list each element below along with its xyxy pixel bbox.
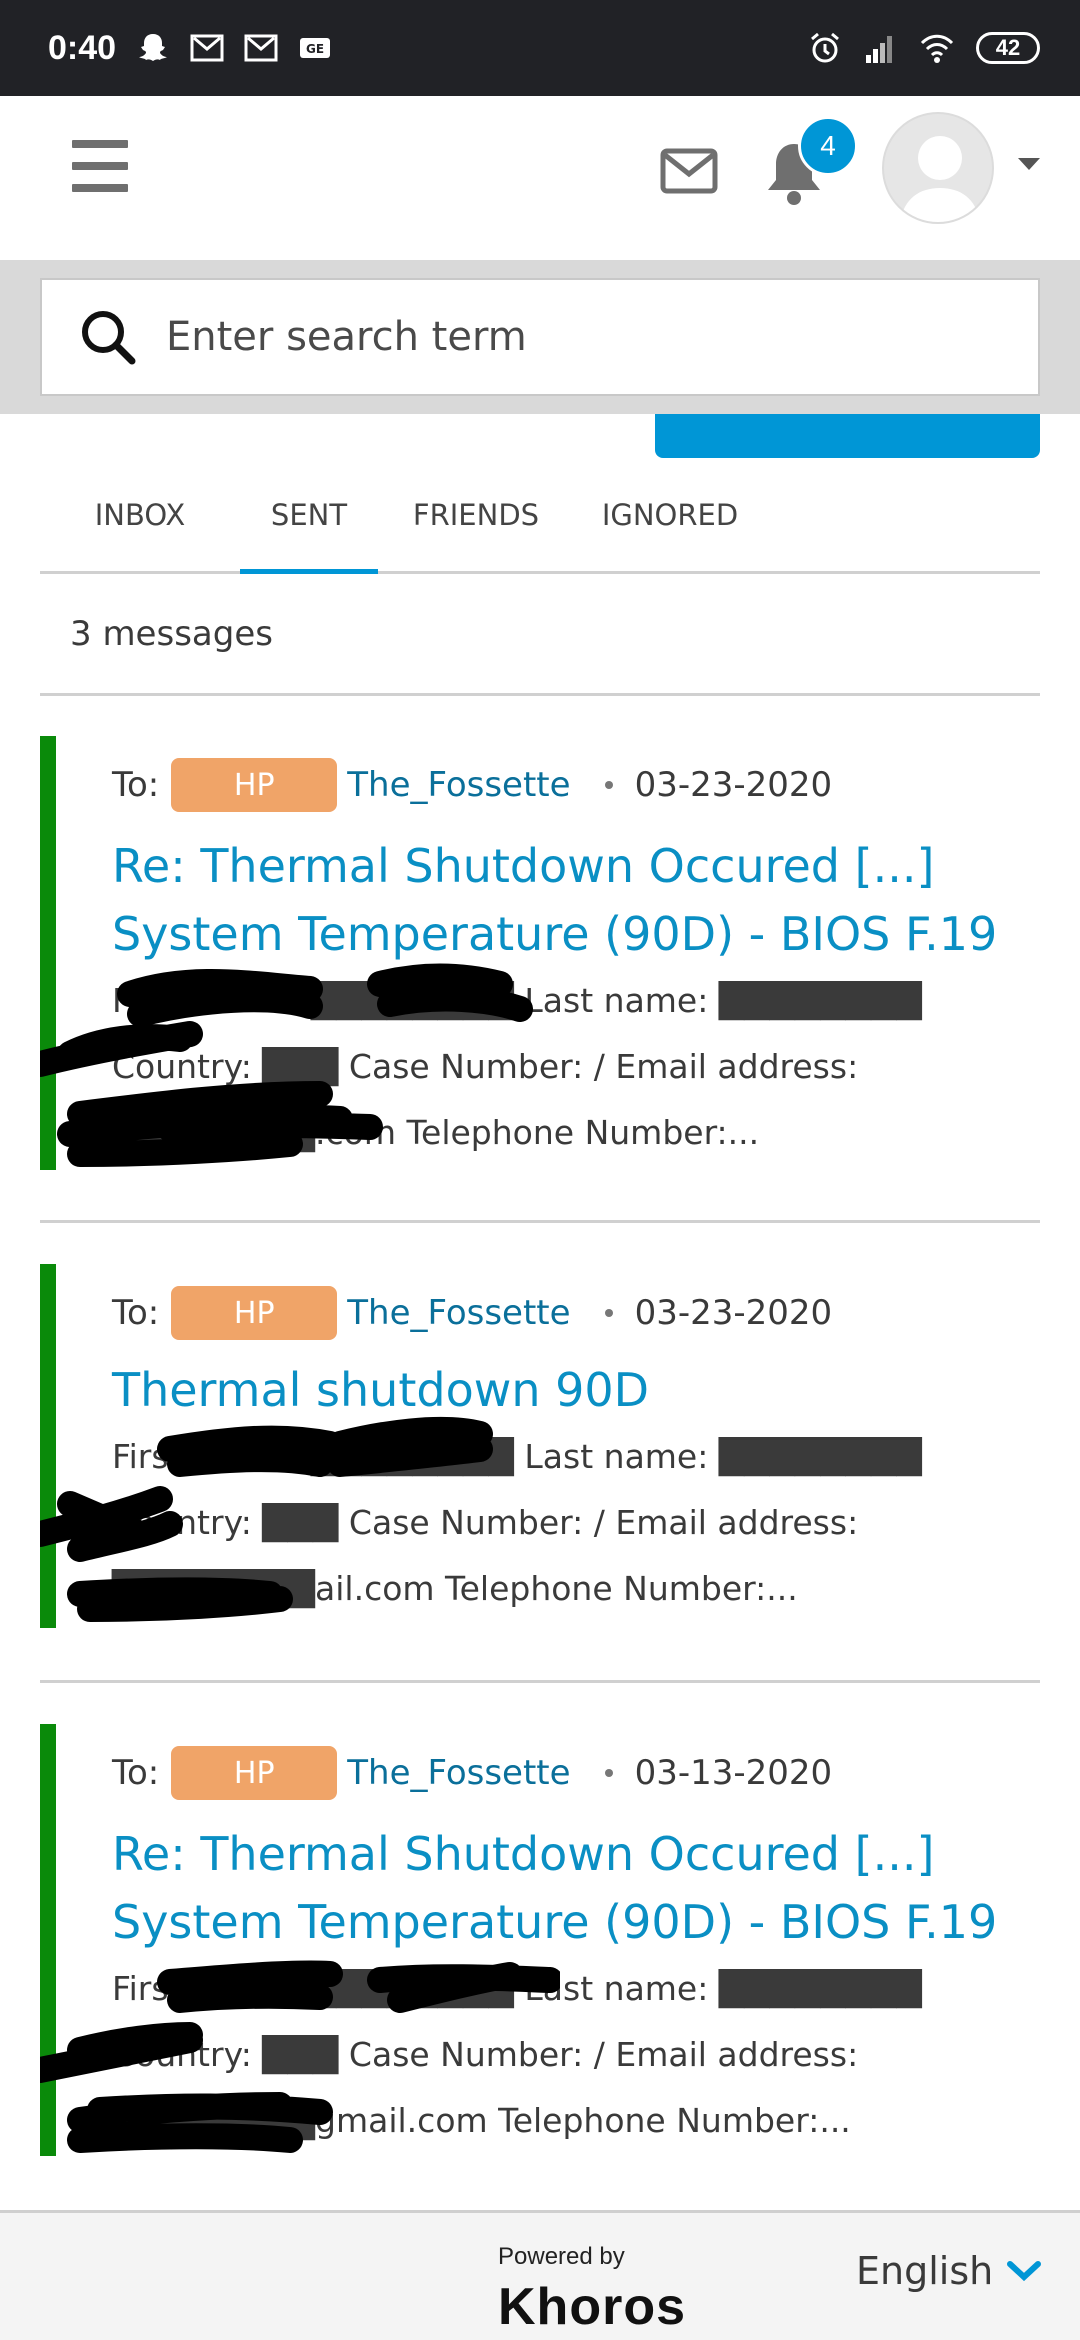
message-item[interactable]: To: HP The_Fossette 03-23-2020 Thermal s… [40, 1264, 1040, 1628]
notification-badge[interactable]: 4 [798, 116, 858, 176]
site-header: 4 [0, 96, 1080, 260]
chevron-down-icon[interactable] [1018, 158, 1040, 170]
snapchat-icon [139, 34, 168, 61]
redaction-scribble [40, 1416, 493, 1622]
message-subject[interactable]: Re: Thermal Shutdown Occured [...] Syste… [112, 1820, 1012, 1956]
rank-badge: HP [171, 1746, 338, 1800]
separator-dot [604, 1309, 613, 1317]
message-meta: To: HP The_Fossette 03-13-2020 [112, 1746, 832, 1800]
alarm-icon [811, 32, 839, 63]
battery-indicator: 42 [976, 32, 1040, 64]
footer: Powered by Khoros English [0, 2210, 1080, 2340]
gmail-icon [190, 34, 224, 62]
language-selector[interactable]: English [856, 2249, 1042, 2293]
message-date: 03-23-2020 [634, 1293, 833, 1333]
message-tabs: INBOX SENT FRIENDS IGNORED [40, 480, 1040, 574]
rank-badge: HP [171, 1286, 338, 1340]
message-item[interactable]: To: HP The_Fossette 03-13-2020 Re: Therm… [40, 1724, 1040, 2156]
mail-icon[interactable] [660, 148, 718, 194]
language-label: English [856, 2249, 994, 2293]
wifi-icon [920, 34, 954, 63]
divider [40, 1680, 1040, 1683]
rank-badge: HP [171, 758, 338, 812]
powered-by-label: Powered by [498, 2243, 625, 2270]
recipient-link[interactable]: The_Fossette [347, 765, 570, 805]
status-bar: 0:40 GE 42 [0, 0, 1080, 96]
divider [40, 1220, 1040, 1223]
message-count: 3 messages [40, 574, 1040, 696]
menu-icon[interactable] [72, 140, 128, 192]
message-date: 03-23-2020 [634, 765, 833, 805]
to-label: To: [112, 1753, 160, 1793]
redaction-scribble [40, 1960, 560, 2153]
user-silhouette-icon [900, 136, 980, 222]
separator-dot [604, 1769, 613, 1777]
recipient-link[interactable]: The_Fossette [347, 1753, 570, 1793]
app-notification-icon: GE [300, 38, 331, 58]
message-meta: To: HP The_Fossette 03-23-2020 [112, 758, 832, 812]
gmail-icon [244, 34, 278, 62]
separator-dot [604, 781, 613, 789]
tab-friends[interactable]: FRIENDS [378, 480, 574, 574]
new-message-button[interactable] [655, 414, 1040, 458]
message-meta: To: HP The_Fossette 03-23-2020 [112, 1286, 832, 1340]
search-input[interactable] [166, 314, 966, 360]
tab-inbox[interactable]: INBOX [40, 480, 240, 574]
message-item[interactable]: To: HP The_Fossette 03-23-2020 Re: Therm… [40, 736, 1040, 1172]
message-date: 03-13-2020 [634, 1753, 833, 1793]
tab-ignored[interactable]: IGNORED [574, 480, 766, 574]
svg-text:GE: GE [306, 42, 324, 56]
search-box [40, 278, 1040, 396]
redaction-scribble [40, 963, 533, 1167]
khoros-logo[interactable]: Khoros [498, 2277, 686, 2337]
chevron-down-icon [1007, 2261, 1042, 2282]
search-icon[interactable] [78, 307, 138, 367]
to-label: To: [112, 1293, 160, 1333]
recipient-link[interactable]: The_Fossette [347, 1293, 570, 1333]
status-time: 0:40 [48, 28, 117, 67]
tab-sent[interactable]: SENT [240, 480, 378, 574]
avatar[interactable] [882, 112, 994, 224]
to-label: To: [112, 765, 160, 805]
search-bar [0, 260, 1080, 414]
signal-icon [866, 36, 892, 63]
message-subject[interactable]: Re: Thermal Shutdown Occured [...] Syste… [112, 832, 1012, 968]
